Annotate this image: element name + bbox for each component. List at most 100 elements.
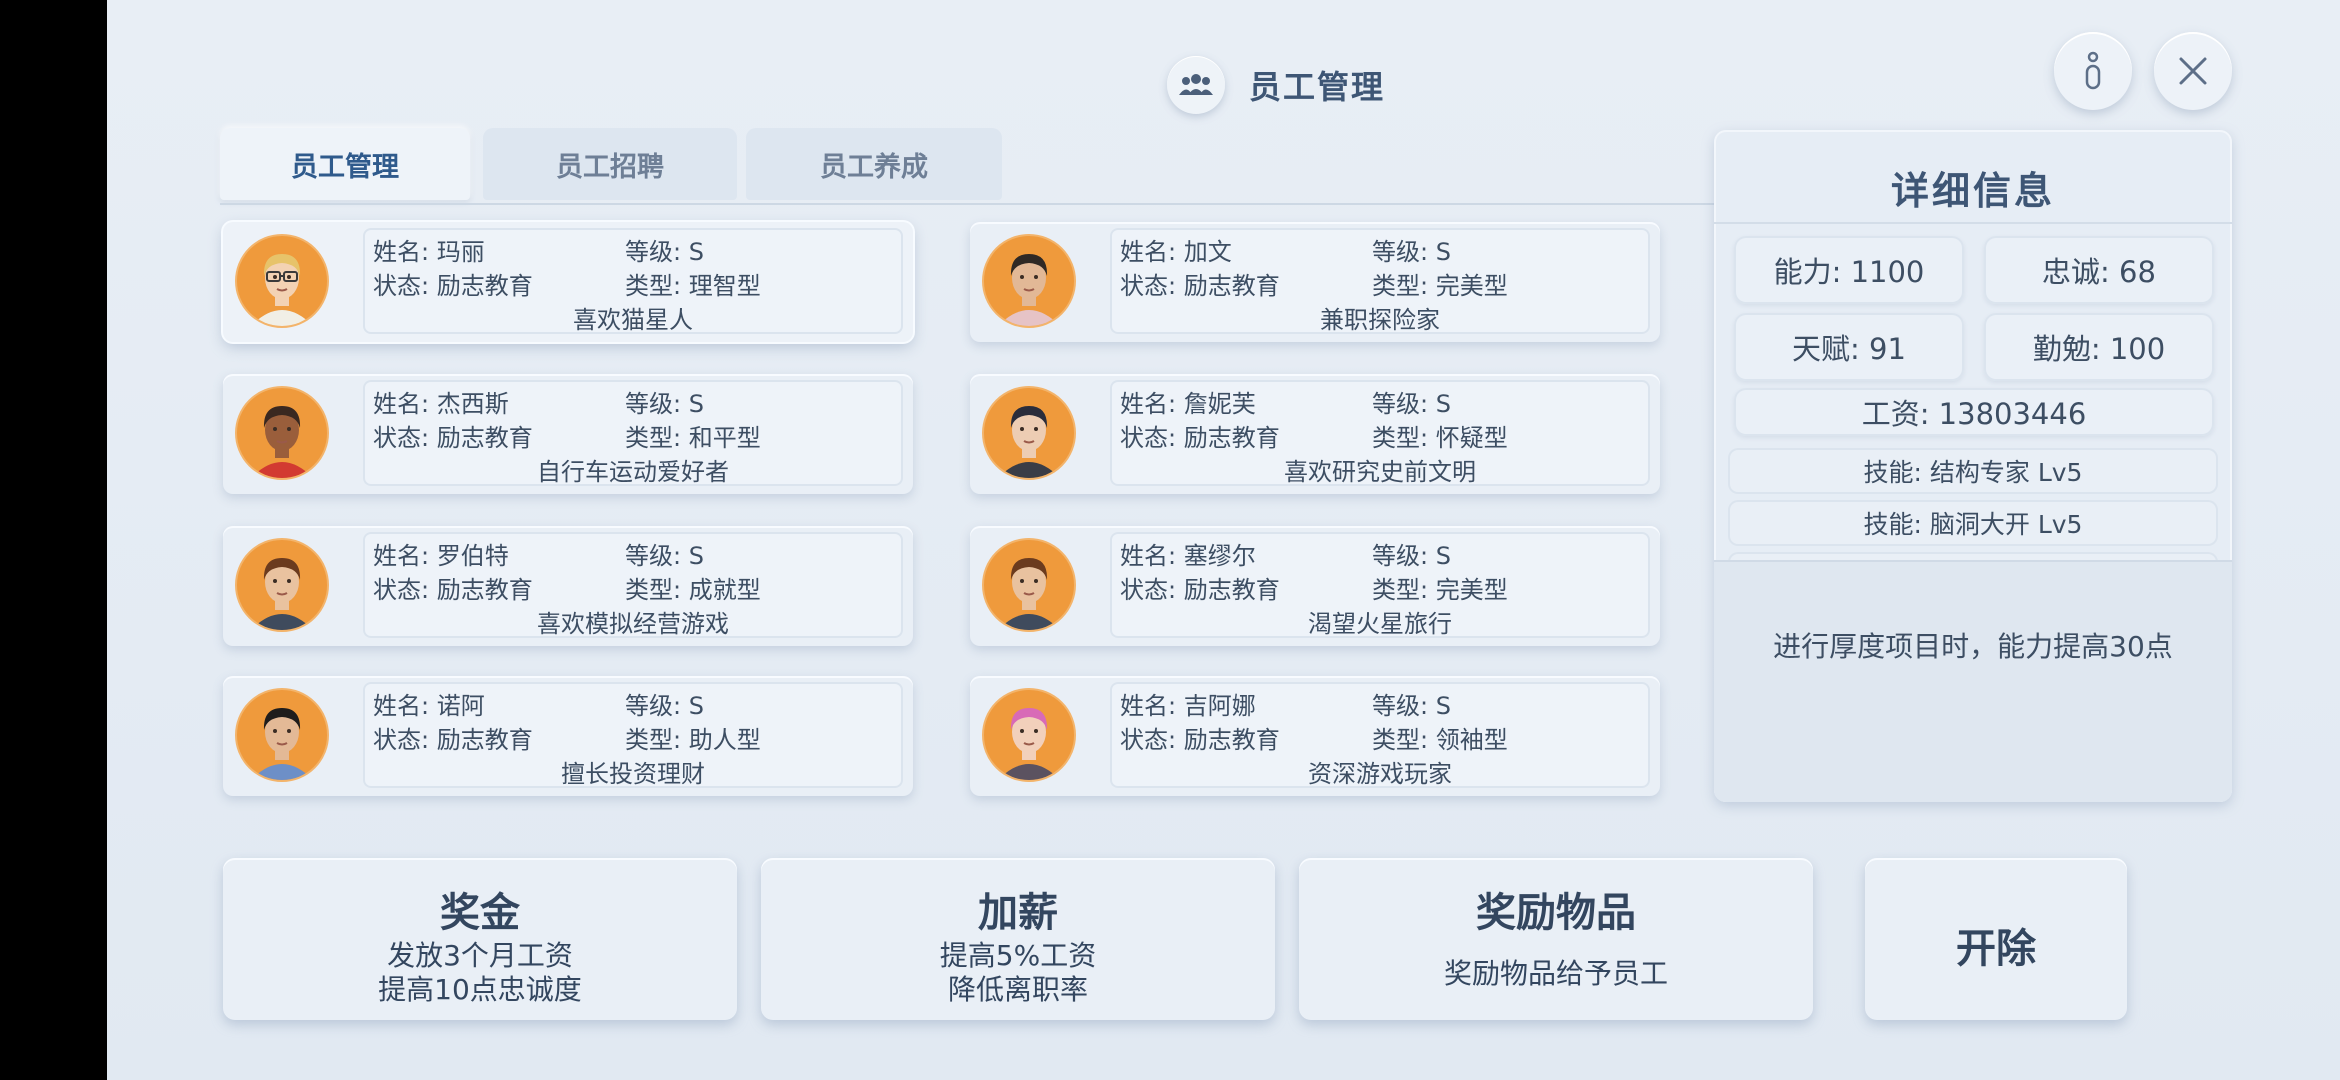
employee-status: 状态: 励志教育 xyxy=(373,424,533,452)
employee-type: 类型: 完美型 xyxy=(1372,272,1508,300)
skill-description-box: 进行厚度项目时，能力提高30点 xyxy=(1714,560,2232,802)
employee-status: 状态: 励志教育 xyxy=(1120,424,1280,452)
employee-name: 姓名: 杰西斯 xyxy=(373,390,509,418)
bonus-title: 奖金 xyxy=(440,890,520,936)
employee-type: 类型: 怀疑型 xyxy=(1372,424,1508,452)
employee-name: 姓名: 塞缪尔 xyxy=(1120,542,1256,570)
employee-name: 姓名: 玛丽 xyxy=(373,238,485,266)
tab-staff-recruitment[interactable]: 员工招聘 xyxy=(483,128,737,200)
employee-status: 状态: 励志教育 xyxy=(1120,576,1280,604)
employee-type: 类型: 助人型 xyxy=(625,726,761,754)
employee-name: 姓名: 詹妮芙 xyxy=(1120,390,1256,418)
reward-desc: 奖励物品给予员工 xyxy=(1443,957,1668,990)
raise-title: 加薪 xyxy=(978,890,1058,936)
employee-level: 等级: S xyxy=(1372,238,1451,266)
employee-name: 姓名: 吉阿娜 xyxy=(1120,692,1256,720)
tab-staff-training[interactable]: 员工养成 xyxy=(746,128,1002,200)
skill-item: 技能: 脑洞大开 Lv5 xyxy=(1728,500,2218,546)
stat-diligence: 勤勉: 100 xyxy=(1984,313,2214,381)
employee-level: 等级: S xyxy=(625,692,704,720)
employee-info: 姓名: 加文 等级: S 状态: 励志教育 类型: 完美型 兼职探险家 xyxy=(1110,228,1650,334)
employee-avatar xyxy=(235,234,329,328)
employee-level: 等级: S xyxy=(1372,542,1451,570)
employee-trait: 自行车运动爱好者 xyxy=(537,458,729,486)
employee-avatar xyxy=(235,688,329,782)
employee-level: 等级: S xyxy=(625,542,704,570)
employee-type: 类型: 领袖型 xyxy=(1372,726,1508,754)
tab-staff-management[interactable]: 员工管理 xyxy=(220,128,470,200)
employee-name: 姓名: 诺阿 xyxy=(373,692,485,720)
employee-type: 类型: 和平型 xyxy=(625,424,761,452)
reward-items-button[interactable]: 奖励物品 奖励物品给予员工 xyxy=(1299,858,1813,1020)
employee-trait: 擅长投资理财 xyxy=(561,760,705,788)
employee-card[interactable]: 姓名: 罗伯特 等级: S 状态: 励志教育 类型: 成就型 喜欢模拟经营游戏 xyxy=(223,526,913,646)
employee-name: 姓名: 加文 xyxy=(1120,238,1232,266)
fire-button[interactable]: 开除 xyxy=(1865,858,2127,1020)
employee-info: 姓名: 诺阿 等级: S 状态: 励志教育 类型: 助人型 擅长投资理财 xyxy=(363,682,903,788)
screen-header: 员工管理 xyxy=(1167,55,1385,115)
detail-title: 详细信息 xyxy=(1890,169,2055,213)
employee-type: 类型: 完美型 xyxy=(1372,576,1508,604)
employee-type: 类型: 成就型 xyxy=(625,576,761,604)
close-icon xyxy=(2179,57,2207,85)
employee-status: 状态: 励志教育 xyxy=(1120,726,1280,754)
detail-panel: 详细信息 能力: 1100 忠诚: 68 天赋: 91 勤勉: 100 工资: … xyxy=(1714,130,2232,802)
tab-divider xyxy=(220,203,1795,205)
bonus-button[interactable]: 奖金 发放3个月工资 提高10点忠诚度 xyxy=(223,858,737,1020)
employee-level: 等级: S xyxy=(1372,692,1451,720)
employee-info: 姓名: 罗伯特 等级: S 状态: 励志教育 类型: 成就型 喜欢模拟经营游戏 xyxy=(363,532,903,638)
employee-avatar xyxy=(982,386,1076,480)
reward-title: 奖励物品 xyxy=(1476,890,1636,936)
employee-status: 状态: 励志教育 xyxy=(1120,272,1280,300)
info-icon xyxy=(2085,51,2101,90)
employee-status: 状态: 励志教育 xyxy=(373,272,533,300)
info-button[interactable] xyxy=(2054,32,2132,110)
staff-management-screen: 员工管理 员工管理 员工招聘 员工养成 姓名: 玛丽 等级: S 状态: 励志教… xyxy=(107,0,2340,1080)
employee-trait: 资深游戏玩家 xyxy=(1308,760,1452,788)
employee-level: 等级: S xyxy=(625,390,704,418)
employee-card[interactable]: 姓名: 加文 等级: S 状态: 励志教育 类型: 完美型 兼职探险家 xyxy=(970,222,1660,342)
employee-trait: 喜欢猫星人 xyxy=(573,306,693,334)
employee-info: 姓名: 吉阿娜 等级: S 状态: 励志教育 类型: 领袖型 资深游戏玩家 xyxy=(1110,682,1650,788)
raise-button[interactable]: 加薪 提高5%工资 降低离职率 xyxy=(761,858,1275,1020)
stat-salary: 工资: 13803446 xyxy=(1734,388,2214,436)
divider xyxy=(1714,222,2232,224)
employee-status: 状态: 励志教育 xyxy=(373,576,533,604)
employee-type: 类型: 理智型 xyxy=(625,272,761,300)
employee-card[interactable]: 姓名: 杰西斯 等级: S 状态: 励志教育 类型: 和平型 自行车运动爱好者 xyxy=(223,374,913,494)
close-button[interactable] xyxy=(2154,32,2232,110)
fire-title: 开除 xyxy=(1956,926,2036,972)
raise-desc-2: 降低离职率 xyxy=(947,973,1088,1006)
left-black-bar xyxy=(0,0,107,1080)
employee-avatar xyxy=(982,688,1076,782)
employee-avatar xyxy=(235,386,329,480)
employee-avatar xyxy=(235,538,329,632)
skill-item: 技能: 结构专家 Lv5 xyxy=(1728,448,2218,494)
employee-card[interactable]: 姓名: 塞缪尔 等级: S 状态: 励志教育 类型: 完美型 渴望火星旅行 xyxy=(970,526,1660,646)
employee-info: 姓名: 玛丽 等级: S 状态: 励志教育 类型: 理智型 喜欢猫星人 xyxy=(363,228,903,334)
tab-label: 员工养成 xyxy=(820,151,928,183)
tab-label: 员工招聘 xyxy=(556,151,664,183)
employee-card[interactable]: 姓名: 玛丽 等级: S 状态: 励志教育 类型: 理智型 喜欢猫星人 xyxy=(223,222,913,342)
employee-avatar xyxy=(982,234,1076,328)
employee-card[interactable]: 姓名: 诺阿 等级: S 状态: 励志教育 类型: 助人型 擅长投资理财 xyxy=(223,676,913,796)
page-title: 员工管理 xyxy=(1249,68,1386,106)
employee-trait: 兼职探险家 xyxy=(1320,306,1440,334)
stat-ability: 能力: 1100 xyxy=(1734,236,1964,304)
skill-description: 进行厚度项目时，能力提高30点 xyxy=(1773,630,2173,663)
employee-card[interactable]: 姓名: 詹妮芙 等级: S 状态: 励志教育 类型: 怀疑型 喜欢研究史前文明 xyxy=(970,374,1660,494)
employee-level: 等级: S xyxy=(1372,390,1451,418)
employee-avatar xyxy=(982,538,1076,632)
employee-info: 姓名: 杰西斯 等级: S 状态: 励志教育 类型: 和平型 自行车运动爱好者 xyxy=(363,380,903,486)
bonus-desc-2: 提高10点忠诚度 xyxy=(378,973,582,1006)
employee-status: 状态: 励志教育 xyxy=(373,726,533,754)
group-icon xyxy=(1167,56,1225,114)
employee-trait: 渴望火星旅行 xyxy=(1308,610,1452,638)
employee-info: 姓名: 塞缪尔 等级: S 状态: 励志教育 类型: 完美型 渴望火星旅行 xyxy=(1110,532,1650,638)
employee-card[interactable]: 姓名: 吉阿娜 等级: S 状态: 励志教育 类型: 领袖型 资深游戏玩家 xyxy=(970,676,1660,796)
employee-trait: 喜欢模拟经营游戏 xyxy=(537,610,729,638)
stat-loyalty: 忠诚: 68 xyxy=(1984,236,2214,304)
employee-name: 姓名: 罗伯特 xyxy=(373,542,509,570)
stat-talent: 天赋: 91 xyxy=(1734,313,1964,381)
employee-trait: 喜欢研究史前文明 xyxy=(1284,458,1476,486)
